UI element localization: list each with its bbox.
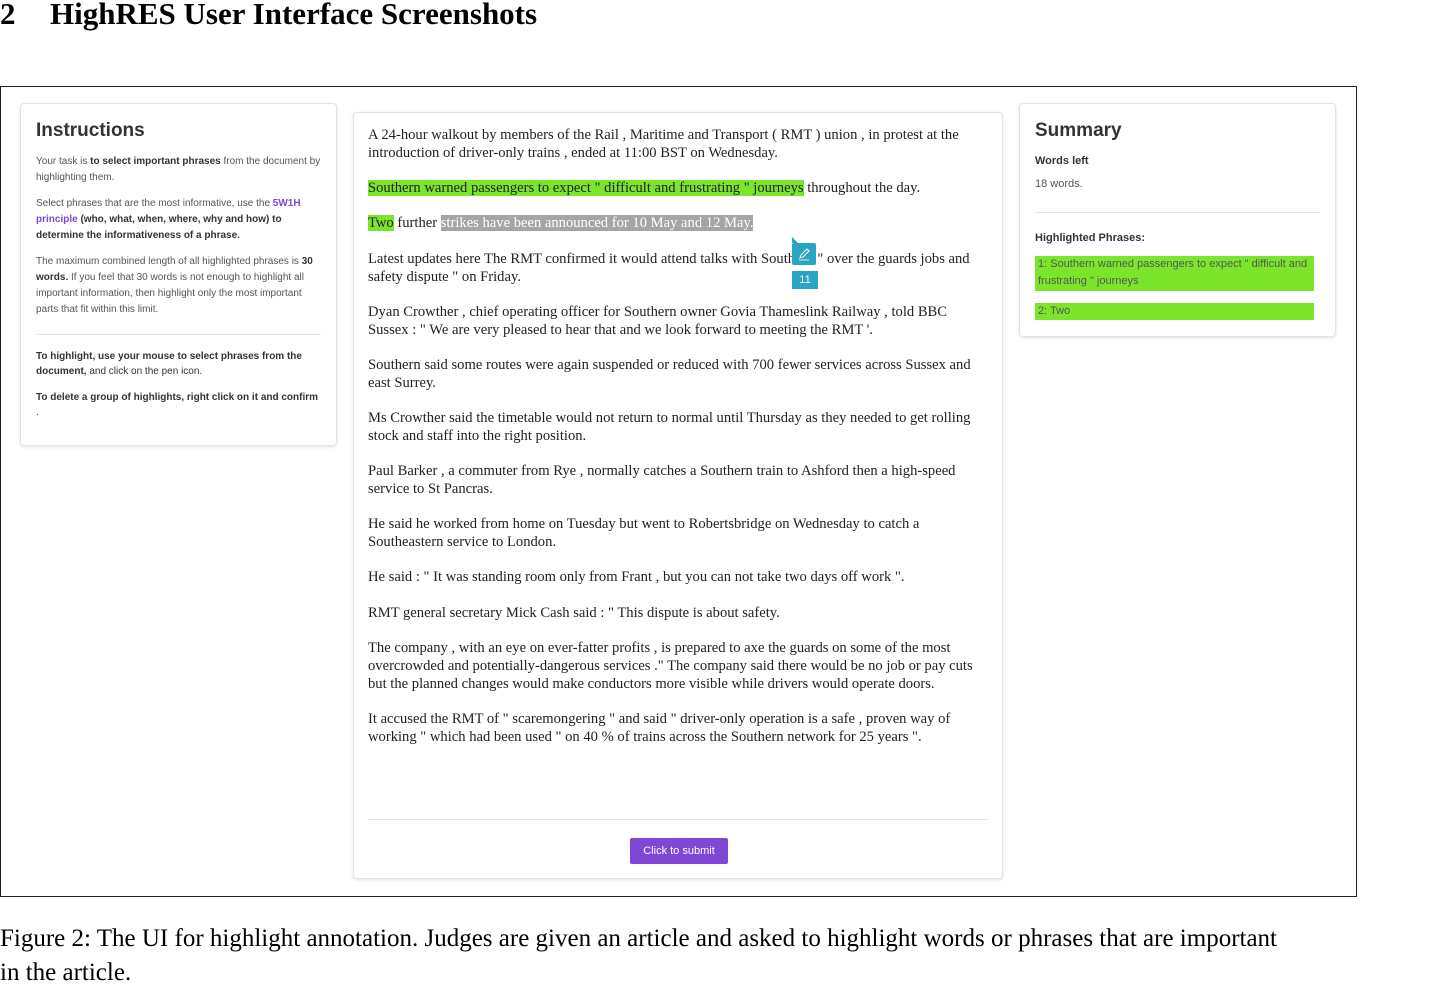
section-number: 2: [0, 0, 16, 31]
instruction-text: and click on the pen icon.: [86, 366, 203, 377]
article-paragraph[interactable]: The company , with an eye on ever-fatter…: [368, 640, 990, 693]
figure-caption: Figure 2: The UI for highlight annotatio…: [0, 925, 1278, 986]
instruction-5w1h: Select phrases that are the most informa…: [36, 196, 321, 244]
submit-button[interactable]: Click to submit: [630, 838, 728, 864]
article-paragraph[interactable]: Two further strikes have been announced …: [368, 215, 990, 233]
words-left-label: Words left: [1035, 155, 1089, 167]
instruction-text: If you feel that 30 words is not enough …: [36, 272, 304, 315]
current-selection[interactable]: strikes have been announced for 10 May a…: [440, 215, 754, 232]
article-paragraph[interactable]: RMT general secretary Mick Cash said : "…: [368, 605, 990, 623]
instruction-highlight-howto: To highlight, use your mouse to select p…: [36, 349, 321, 379]
instruction-limit: The maximum combined length of all highl…: [36, 254, 321, 318]
instruction-emphasis: to select important phrases: [90, 156, 221, 167]
article-paragraph[interactable]: Southern warned passengers to expect " d…: [368, 180, 990, 198]
instructions-panel: Instructions Your task is to select impo…: [20, 103, 337, 446]
instruction-emphasis: To delete a group of highlights, right c…: [36, 392, 319, 403]
article-paragraph[interactable]: He said he worked from home on Tuesday b…: [368, 516, 990, 551]
article-divider: [368, 819, 988, 820]
article-paragraph[interactable]: Dyan Crowther , chief operating officer …: [368, 304, 990, 339]
article-document[interactable]: A 24-hour walkout by members of the Rail…: [368, 127, 990, 764]
highlighted-phrase-2[interactable]: Two: [368, 215, 394, 232]
words-left-value: 18 words.: [1035, 178, 1083, 190]
instructions-divider: [36, 334, 321, 335]
instructions-title: Instructions: [36, 120, 145, 141]
highlighted-phrases-label: Highlighted Phrases:: [1035, 232, 1146, 244]
summary-panel: Summary Words left 18 words. Highlighted…: [1019, 103, 1336, 337]
instruction-text: .: [36, 407, 39, 418]
selection-word-count: 11: [792, 271, 818, 289]
article-paragraph[interactable]: He said : " It was standing room only fr…: [368, 569, 990, 587]
highlighted-phrase-1[interactable]: Southern warned passengers to expect " d…: [368, 180, 804, 197]
article-paragraph[interactable]: Paul Barker , a commuter from Rye , norm…: [368, 463, 990, 498]
instructions-howto: To highlight, use your mouse to select p…: [36, 349, 321, 420]
section-heading: 2 HighRES User Interface Screenshots: [0, 0, 537, 32]
instruction-text: Select phrases that are the most informa…: [36, 198, 273, 209]
pen-highlight-button[interactable]: [792, 237, 816, 265]
pen-icon: [799, 248, 810, 261]
article-text-span[interactable]: throughout the day.: [804, 180, 920, 196]
ui-screenshot-frame: Instructions Your task is to select impo…: [0, 86, 1357, 897]
instruction-task: Your task is to select important phrases…: [36, 154, 321, 186]
summary-divider: [1035, 212, 1320, 213]
summary-title: Summary: [1035, 120, 1122, 141]
article-paragraph[interactable]: It accused the RMT of " scaremongering "…: [368, 711, 990, 746]
article-paragraph[interactable]: Southern said some routes were again sus…: [368, 357, 990, 392]
summary-phrase-item[interactable]: 1: Southern warned passengers to expect …: [1035, 256, 1314, 291]
instruction-delete-howto: To delete a group of highlights, right c…: [36, 390, 321, 420]
instruction-text: Your task is: [36, 156, 91, 167]
summary-phrase-item[interactable]: 2: Two: [1035, 303, 1314, 320]
article-paragraph[interactable]: Latest updates here The RMT confirmed it…: [368, 251, 990, 286]
article-text-span[interactable]: further: [394, 215, 441, 231]
article-panel: A 24-hour walkout by members of the Rail…: [353, 112, 1003, 879]
instructions-body: Your task is to select important phrases…: [36, 154, 321, 431]
section-title: HighRES User Interface Screenshots: [50, 0, 538, 31]
article-paragraph[interactable]: A 24-hour walkout by members of the Rail…: [368, 127, 990, 162]
instruction-text: The maximum combined length of all highl…: [36, 256, 302, 267]
article-paragraph[interactable]: Ms Crowther said the timetable would not…: [368, 410, 990, 445]
